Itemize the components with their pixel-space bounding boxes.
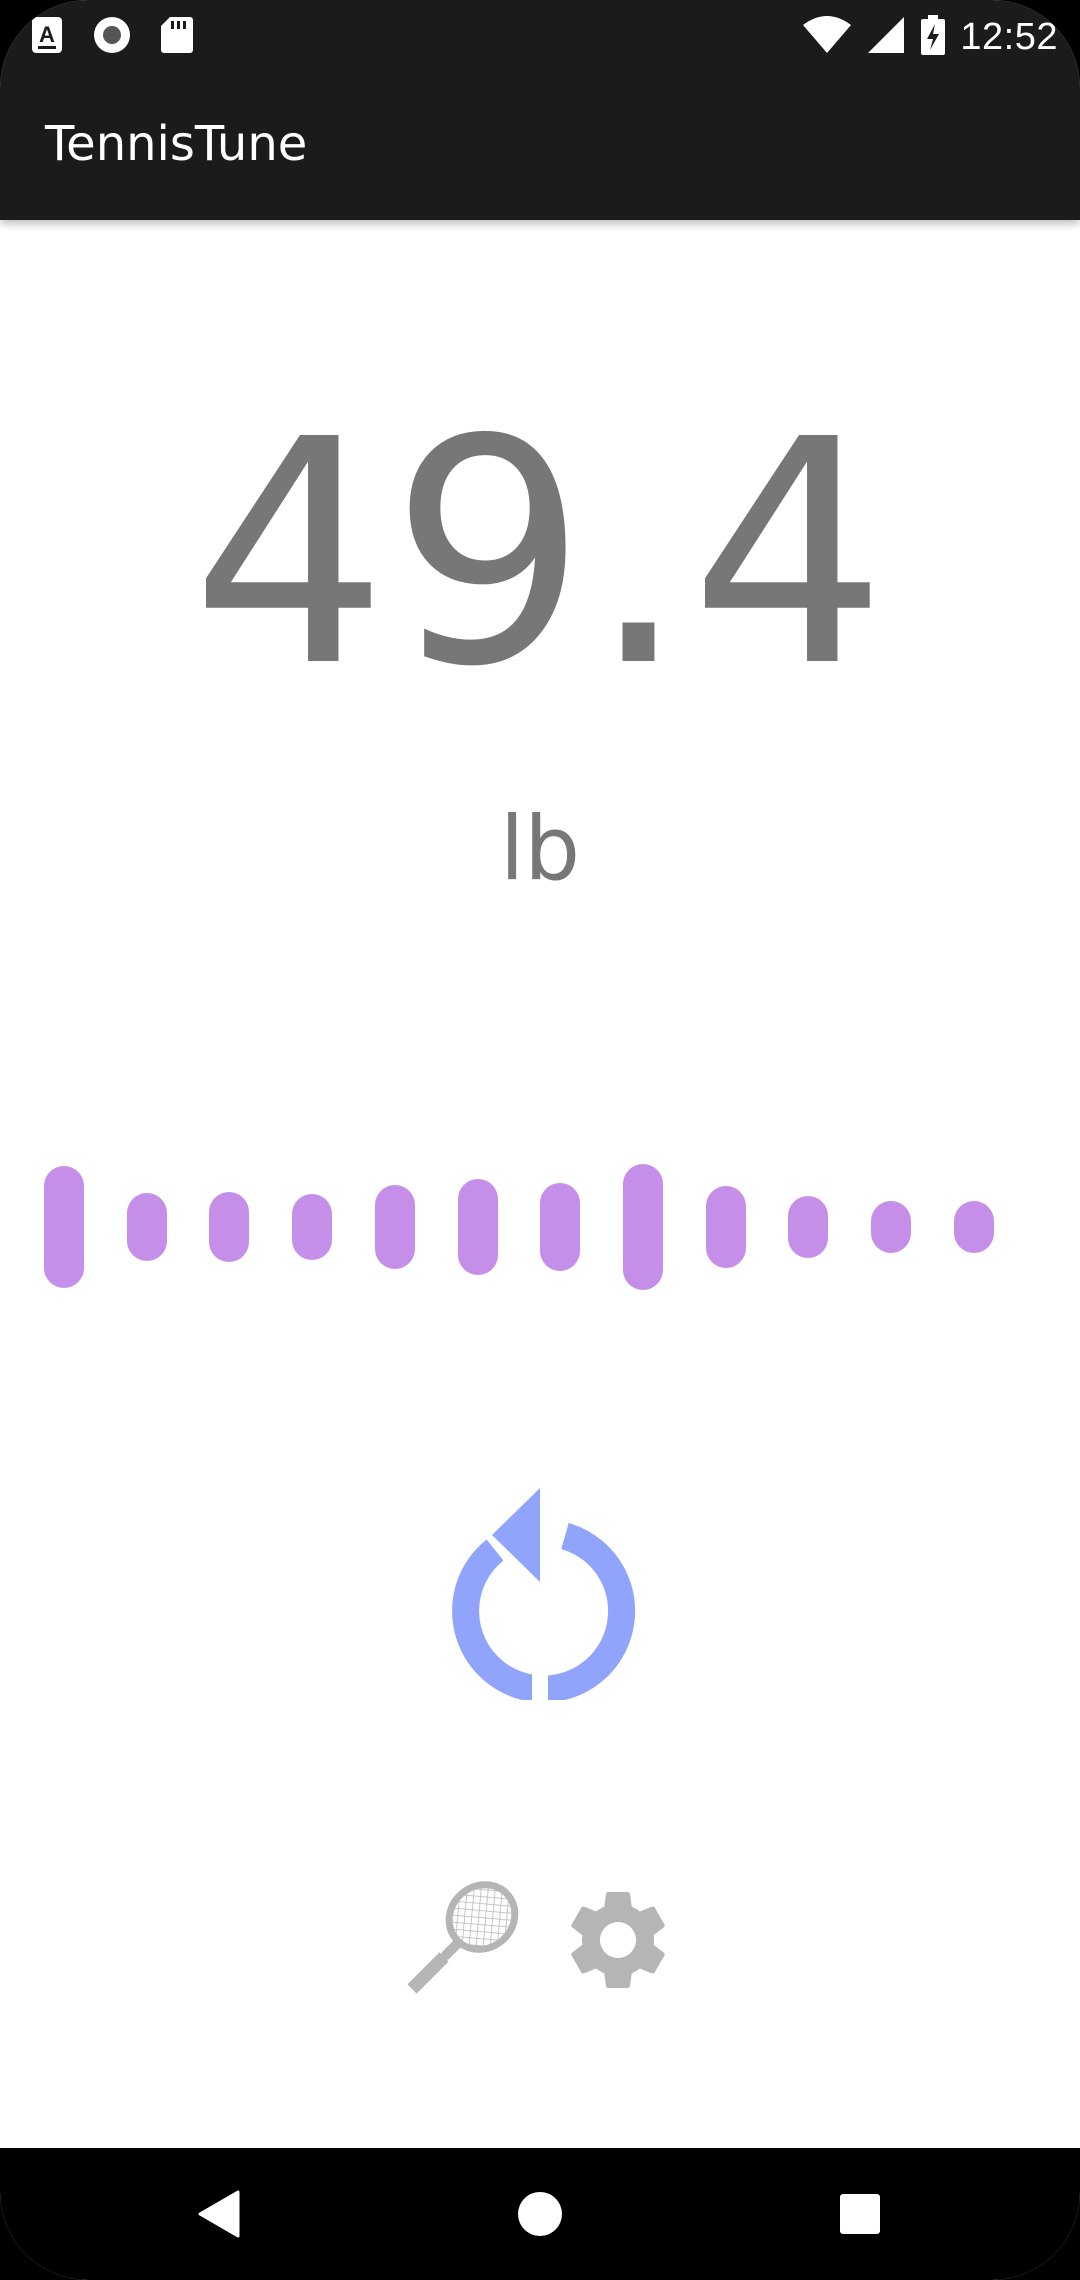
status-time: 12:52 [960,15,1058,58]
refresh-button[interactable] [440,1480,640,1705]
meter-bar [622,1164,663,1290]
accessibility-a-icon: A [30,15,64,60]
meter-bar [126,1193,167,1261]
sound-level-meter [0,1150,1080,1310]
meter-bar [705,1186,746,1268]
app-bar: TennisTune [0,74,1080,220]
recents-icon [840,2194,880,2234]
navigation-bar [0,2148,1080,2280]
record-icon [92,15,132,60]
meter-bar [953,1201,994,1253]
cell-signal-icon [866,15,906,60]
app-screen: A 12:52 TennisTune 49.4 lb [0,0,1080,2280]
home-icon [518,2192,562,2236]
racket-button[interactable] [400,1875,525,2000]
nav-home-button[interactable] [470,2148,610,2280]
meter-bar [209,1191,250,1263]
meter-bar [871,1201,911,1253]
nav-recents-button[interactable] [790,2148,930,2280]
refresh-icon [452,1488,636,1705]
status-bar: A 12:52 [0,0,1080,74]
tension-unit-label: lb [499,797,581,900]
meter-bar [540,1182,581,1272]
meter-bar [457,1179,498,1275]
battery-charging-icon [920,14,946,61]
status-right-icons: 12:52 [802,0,1058,74]
tension-reading-value: 49.4 [190,374,890,735]
tennis-racket-icon [407,1881,519,1994]
nav-back-button[interactable] [150,2148,290,2280]
app-title: TennisTune [45,116,308,172]
wifi-icon [802,15,852,60]
meter-bar [292,1194,333,1260]
meter-bar [788,1196,829,1258]
meter-bar [374,1184,415,1270]
status-left-icons: A [30,0,194,74]
meter-bar [44,1165,84,1289]
sd-card-icon [160,15,194,60]
back-icon [198,2190,240,2238]
gear-icon [571,1892,665,1988]
settings-button[interactable] [558,1880,678,2000]
svg-text:A: A [39,22,55,47]
